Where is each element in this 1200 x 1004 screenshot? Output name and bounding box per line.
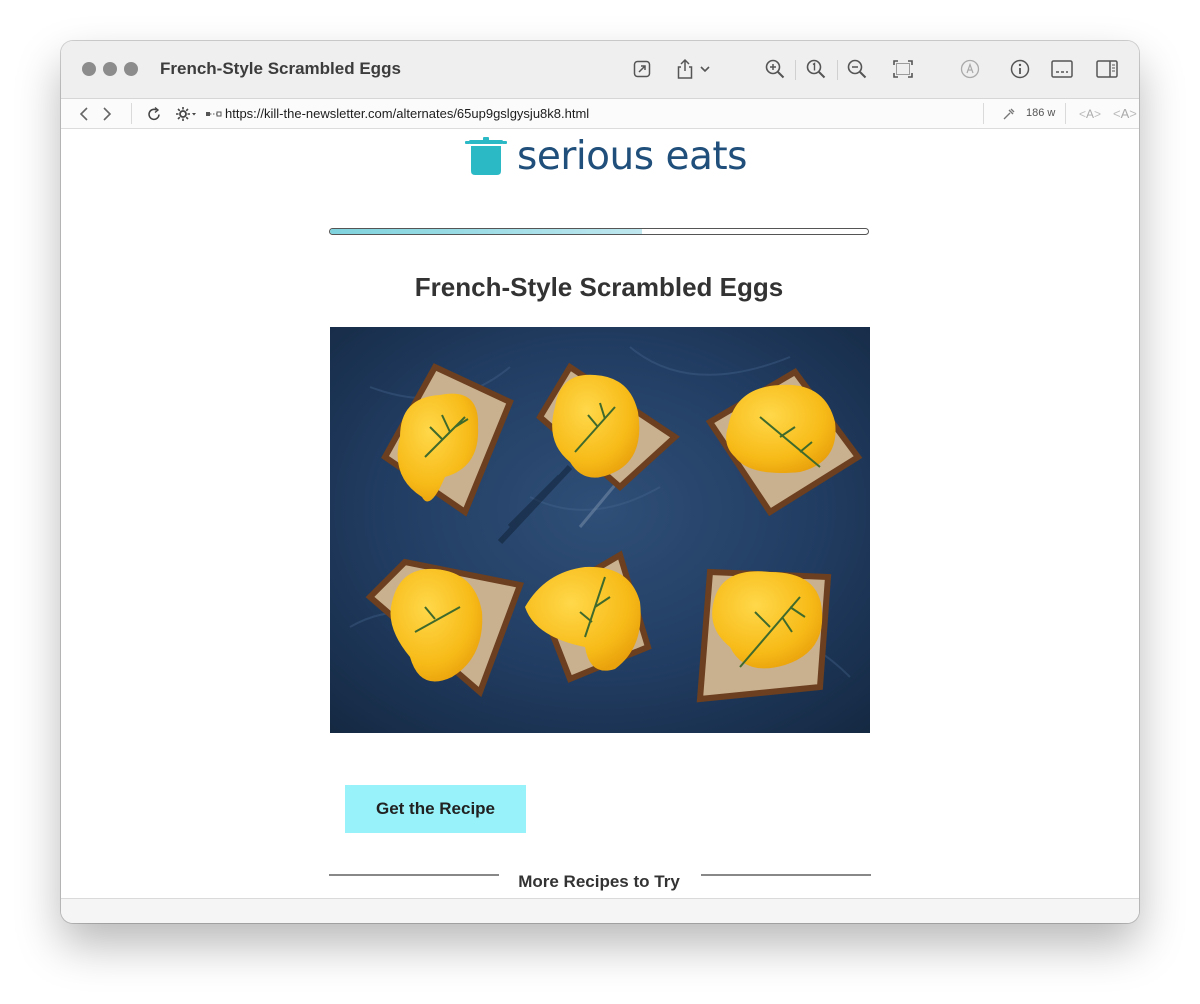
- sidebar-icon[interactable]: [1095, 56, 1119, 82]
- share-icon[interactable]: [674, 56, 696, 82]
- font-smaller-button[interactable]: < A >: [1079, 99, 1101, 128]
- url-field[interactable]: https://kill-the-newsletter.com/alternat…: [225, 99, 589, 128]
- pot-logo-icon: [465, 137, 507, 175]
- browser-window: French-Style Scrambled Eggs https://kill…: [61, 41, 1139, 923]
- status-bar: [61, 898, 1139, 923]
- section-divider-left: [329, 874, 499, 876]
- markup-icon[interactable]: [959, 56, 981, 82]
- site-logo[interactable]: serious eats: [465, 137, 747, 177]
- page-content: serious eats French-Style Scrambled Eggs: [61, 129, 1139, 898]
- window-title: French-Style Scrambled Eggs: [160, 59, 401, 78]
- reading-progress-fill: [330, 229, 643, 234]
- info-icon[interactable]: [1009, 56, 1031, 82]
- subtitles-icon[interactable]: [1050, 56, 1074, 82]
- font-larger-button[interactable]: < A >: [1113, 99, 1137, 128]
- actual-size-icon[interactable]: [804, 56, 828, 82]
- section-divider-right: [701, 874, 871, 876]
- article-title: French-Style Scrambled Eggs: [414, 272, 784, 302]
- back-icon[interactable]: [78, 99, 90, 128]
- word-count: 186 w: [1026, 107, 1056, 119]
- open-external-icon[interactable]: [631, 56, 653, 82]
- close-window-button[interactable]: [82, 62, 96, 76]
- reading-progress-bar: [329, 228, 869, 235]
- zoom-out-icon[interactable]: [845, 56, 869, 82]
- zoom-in-icon[interactable]: [763, 56, 787, 82]
- get-recipe-button[interactable]: Get the Recipe: [345, 785, 526, 833]
- gear-icon[interactable]: [175, 99, 197, 128]
- link-icon: [205, 99, 223, 128]
- forward-icon[interactable]: [101, 99, 113, 128]
- address-bar: https://kill-the-newsletter.com/alternat…: [61, 99, 1139, 129]
- reload-icon[interactable]: [146, 99, 162, 128]
- eyedropper-icon[interactable]: [1002, 99, 1016, 128]
- minimize-window-button[interactable]: [103, 62, 117, 76]
- section-heading: More Recipes to Try: [518, 872, 680, 891]
- fit-screen-icon[interactable]: [891, 56, 915, 82]
- title-bar: French-Style Scrambled Eggs: [61, 41, 1139, 99]
- chevron-down-icon[interactable]: [699, 56, 711, 82]
- logo-text: serious eats: [517, 134, 747, 179]
- zoom-window-button[interactable]: [124, 62, 138, 76]
- hero-image: [330, 327, 870, 733]
